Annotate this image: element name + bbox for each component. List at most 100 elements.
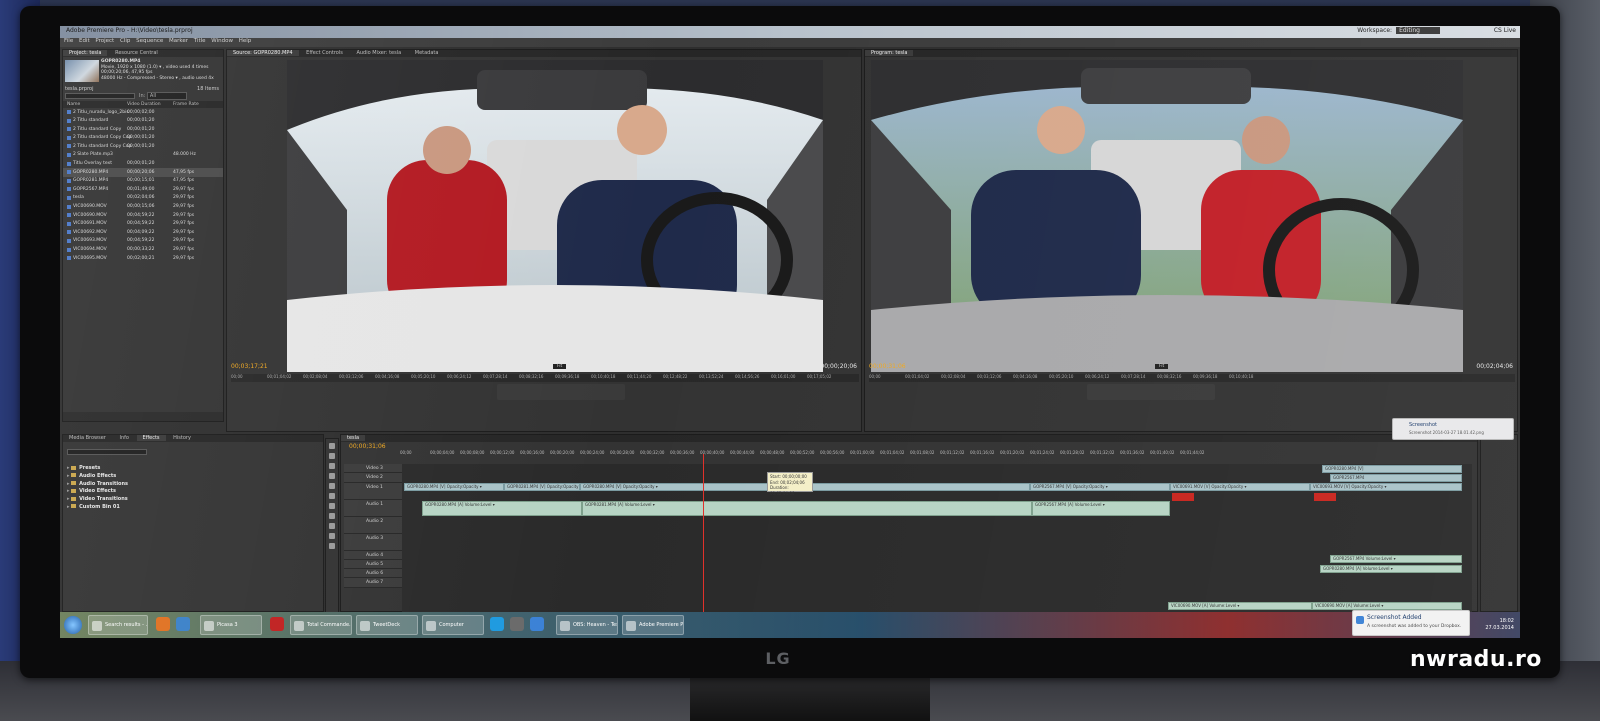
tab-audio-mixer[interactable]: Audio Mixer: tesla bbox=[350, 50, 407, 56]
project-item-row[interactable]: Titlu Overlay text 00;00;01;20 bbox=[63, 160, 223, 169]
timeline-clip[interactable]: GOPR0280.MP4 [V] bbox=[1322, 465, 1462, 473]
timeline-clip[interactable]: VIC00690.MOV [A] Volume:Level ▾ bbox=[1312, 602, 1462, 610]
effects-search-input[interactable] bbox=[67, 449, 147, 455]
in-filter[interactable]: In: All bbox=[139, 92, 188, 100]
taskbar-button-picasa[interactable]: Picasa 3 bbox=[200, 615, 262, 635]
skype-icon[interactable] bbox=[490, 617, 504, 631]
project-item-row[interactable]: 2 Titlu_nuradu_logo_2bis 00;00;02;00 bbox=[63, 108, 223, 117]
project-item-row[interactable]: GOPR0281.MP4 00;00;15;01 47,95 fps bbox=[63, 177, 223, 186]
effects-folder-audio-transitions[interactable]: Audio Transitions bbox=[67, 481, 128, 489]
workspace-selector[interactable]: Workspace: Editing bbox=[1357, 27, 1440, 34]
timeline-clip[interactable]: GOPR0281.MP4 [V] Opacity:Opacity ▾ bbox=[504, 483, 580, 491]
ripple-edit-tool-icon[interactable] bbox=[329, 463, 335, 469]
track-header-audio-7[interactable]: Audio 7 bbox=[344, 578, 402, 588]
tab-project[interactable]: Project: tesla bbox=[63, 50, 108, 56]
in-value[interactable]: All bbox=[146, 92, 188, 100]
timeline-tracks-area[interactable]: GOPR0280.MP4 [V] GOPR2567.MP4 GOPR0280.M… bbox=[402, 464, 1472, 614]
track-header-video-2[interactable]: Video 2 bbox=[344, 473, 402, 483]
app-icon[interactable] bbox=[510, 617, 524, 631]
app-icon[interactable] bbox=[270, 617, 284, 631]
track-select-tool-icon[interactable] bbox=[329, 453, 335, 459]
track-header-video-3[interactable]: Video 3 bbox=[344, 464, 402, 474]
tab-metadata[interactable]: Metadata bbox=[409, 50, 445, 56]
tab-effects[interactable]: Effects bbox=[136, 435, 166, 441]
effects-folder-video-effects[interactable]: Video Effects bbox=[67, 488, 128, 496]
menu-project[interactable]: Project bbox=[95, 38, 114, 44]
tab-effect-controls[interactable]: Effect Controls bbox=[300, 50, 349, 56]
search-icon[interactable] bbox=[530, 617, 544, 631]
effects-folder-video-transitions[interactable]: Video Transitions bbox=[67, 496, 128, 504]
razor-tool-icon[interactable] bbox=[329, 493, 335, 499]
timeline-clip[interactable]: GOPR2567.MP4 [V] Opacity:Opacity ▾ bbox=[1030, 483, 1170, 491]
track-header-audio-5[interactable]: Audio 5 bbox=[344, 559, 402, 570]
project-item-row[interactable]: GOPR0280.MP4 00;00;20;06 47,95 fps bbox=[63, 168, 223, 177]
track-header-audio-6[interactable]: Audio 6 bbox=[344, 569, 402, 579]
menu-sequence[interactable]: Sequence bbox=[136, 38, 163, 44]
timeline-clip[interactable]: GOPR2567.MP4 [A] Volume:Level ▾ bbox=[1032, 501, 1170, 516]
project-item-row[interactable]: tesla 00;02;04;06 29,97 fps bbox=[63, 194, 223, 203]
program-zoom-select[interactable]: Fit bbox=[1155, 364, 1169, 369]
source-transport-controls[interactable] bbox=[497, 384, 625, 400]
menu-marker[interactable]: Marker bbox=[169, 38, 188, 44]
timeline-clip[interactable]: GOPR0281.MP4 [A] Volume:Level ▾ bbox=[582, 501, 1032, 516]
workspace-value[interactable]: Editing bbox=[1396, 27, 1440, 34]
selection-tool-icon[interactable] bbox=[329, 443, 335, 449]
taskbar-button-chrome[interactable]: Search results - ... bbox=[88, 615, 148, 635]
rate-stretch-tool-icon[interactable] bbox=[329, 483, 335, 489]
effects-folder-audio-effects[interactable]: Audio Effects bbox=[67, 473, 128, 481]
timeline-clip-red-marker[interactable] bbox=[1172, 493, 1194, 501]
timeline-clip[interactable]: GOPR0280.MP4 [V] Opacity:Opacity ▾ bbox=[404, 483, 504, 491]
timeline-clip[interactable]: VIC00693.MOV [V] Opacity:Opacity ▾ bbox=[1310, 483, 1462, 491]
slide-tool-icon[interactable] bbox=[329, 513, 335, 519]
dropbox-notification[interactable]: Screenshot Added A screenshot was added … bbox=[1352, 610, 1470, 636]
project-item-row[interactable]: 2 Titlu standard Copy Cop 00;00;01;20 bbox=[63, 134, 223, 143]
source-timecode-position[interactable]: 00;03;17;21 bbox=[231, 363, 268, 370]
menu-file[interactable]: File bbox=[64, 38, 73, 44]
tab-program[interactable]: Program: tesla bbox=[865, 50, 914, 56]
taskbar-clock[interactable]: 18:02 27.03.2014 bbox=[1485, 618, 1514, 632]
track-header-audio-3[interactable]: Audio 3 bbox=[344, 533, 402, 551]
program-transport-controls[interactable] bbox=[1087, 384, 1215, 400]
project-item-row[interactable]: VIC00694.MOV 00;00;33;22 29,97 fps bbox=[63, 246, 223, 255]
track-header-video-1[interactable]: Video 1 bbox=[344, 482, 402, 500]
menu-window[interactable]: Window bbox=[211, 38, 233, 44]
project-item-row[interactable]: 2 Titlu standard 00;00;01;20 bbox=[63, 117, 223, 126]
timeline-clip-red-marker[interactable] bbox=[1314, 493, 1336, 501]
timeline-clip[interactable]: VIC00690.MOV [A] Volume:Level ▾ bbox=[1168, 602, 1312, 610]
cs-live-button[interactable]: CS Live bbox=[1494, 27, 1516, 34]
zoom-tool-icon[interactable] bbox=[329, 543, 335, 549]
menu-clip[interactable]: Clip bbox=[120, 38, 130, 44]
tab-resource-central[interactable]: Resource Central bbox=[109, 50, 164, 56]
taskbar-button-tweetdeck[interactable]: TweetDeck bbox=[356, 615, 418, 635]
timeline-clip[interactable]: VIC00691.MOV [V] Opacity:Opacity ▾ bbox=[1170, 483, 1310, 491]
column-frame-rate[interactable]: Frame Rate bbox=[173, 102, 199, 107]
program-time-ruler[interactable]: 00;00 00;01;04;02 00;02;08;04 00;03;12;06 00… bbox=[869, 374, 1515, 382]
project-item-row[interactable]: 2 Slate Plate.mp3 48.000 Hz bbox=[63, 151, 223, 160]
slip-tool-icon[interactable] bbox=[329, 503, 335, 509]
project-item-row[interactable]: VIC00695.MOV 00;02;00;21 29,97 fps bbox=[63, 254, 223, 263]
track-header-audio-2[interactable]: Audio 2 bbox=[344, 516, 402, 534]
app-icon[interactable] bbox=[156, 617, 170, 631]
pen-tool-icon[interactable] bbox=[329, 523, 335, 529]
source-time-ruler[interactable]: 00;00 00;01;04;02 00;02;08;04 00;03;12;06 00… bbox=[231, 374, 859, 382]
project-item-row[interactable]: 2 Titlu standard Copy Cop 00;00;01;20 bbox=[63, 142, 223, 151]
effects-folder-presets[interactable]: Presets bbox=[67, 465, 128, 473]
project-item-row[interactable]: VIC00693.MOV 00;04;59;22 29,97 fps bbox=[63, 237, 223, 246]
timeline-clip[interactable]: GOPR0280.MP4 [A] Volume:Level ▾ bbox=[1320, 565, 1462, 573]
tab-media-browser[interactable]: Media Browser bbox=[63, 435, 112, 441]
menu-edit[interactable]: Edit bbox=[79, 38, 90, 44]
menu-help[interactable]: Help bbox=[239, 38, 252, 44]
tab-info[interactable]: Info bbox=[113, 435, 134, 441]
column-name[interactable]: Name bbox=[67, 102, 80, 107]
column-video-duration[interactable]: Video Duration bbox=[127, 102, 161, 107]
track-header-audio-4[interactable]: Audio 4 bbox=[344, 550, 402, 560]
start-button[interactable] bbox=[64, 616, 82, 634]
timeline-timecode[interactable]: 00;00;31;06 bbox=[349, 443, 386, 450]
tab-history[interactable]: History bbox=[167, 435, 197, 441]
timeline-time-ruler[interactable]: 00;00 00;00;04;00 00;00;08;00 00;00;12;00 00… bbox=[400, 450, 1472, 458]
project-item-row[interactable]: VIC00691.MOV 00;04;59;22 29,97 fps bbox=[63, 220, 223, 229]
tab-sequence-tesla[interactable]: tesla bbox=[341, 435, 366, 441]
taskbar-button-total-commander[interactable]: Total Commande... bbox=[290, 615, 352, 635]
project-item-row[interactable]: VIC00692.MOV 00;04;09;22 29,97 fps bbox=[63, 228, 223, 237]
project-item-row[interactable]: VIC00690.MOV 00;04;59;22 29,97 fps bbox=[63, 211, 223, 220]
